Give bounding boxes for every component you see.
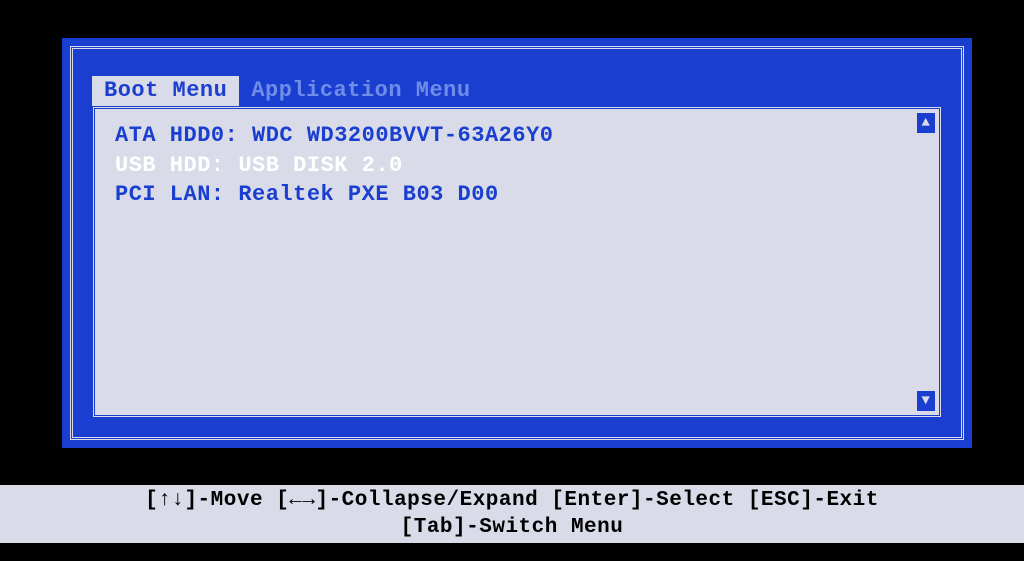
help-line-1: [↑↓]-Move [←→]-Collapse/Expand [Enter]-S…	[145, 487, 879, 514]
help-bar: [↑↓]-Move [←→]-Collapse/Expand [Enter]-S…	[0, 485, 1024, 543]
bios-screen: Boot Menu Application Menu ATA HDD0: WDC…	[0, 0, 1024, 561]
boot-device-list[interactable]: ATA HDD0: WDC WD3200BVVT-63A26Y0USB HDD:…	[115, 121, 909, 210]
help-line-2: [Tab]-Switch Menu	[401, 514, 624, 541]
boot-item-0[interactable]: ATA HDD0: WDC WD3200BVVT-63A26Y0	[115, 121, 909, 151]
bios-window: Boot Menu Application Menu ATA HDD0: WDC…	[62, 38, 972, 448]
scroll-up-icon[interactable]: ▲	[917, 113, 935, 133]
boot-item-2[interactable]: PCI LAN: Realtek PXE B03 D00	[115, 180, 909, 210]
scroll-down-icon[interactable]: ▼	[917, 391, 935, 411]
boot-item-1[interactable]: USB HDD: USB DISK 2.0	[115, 151, 909, 181]
tab-boot-menu[interactable]: Boot Menu	[92, 76, 239, 106]
tab-application-menu[interactable]: Application Menu	[239, 76, 482, 106]
boot-list-panel: ATA HDD0: WDC WD3200BVVT-63A26Y0USB HDD:…	[92, 106, 942, 418]
tab-bar: Boot Menu Application Menu	[92, 76, 483, 106]
